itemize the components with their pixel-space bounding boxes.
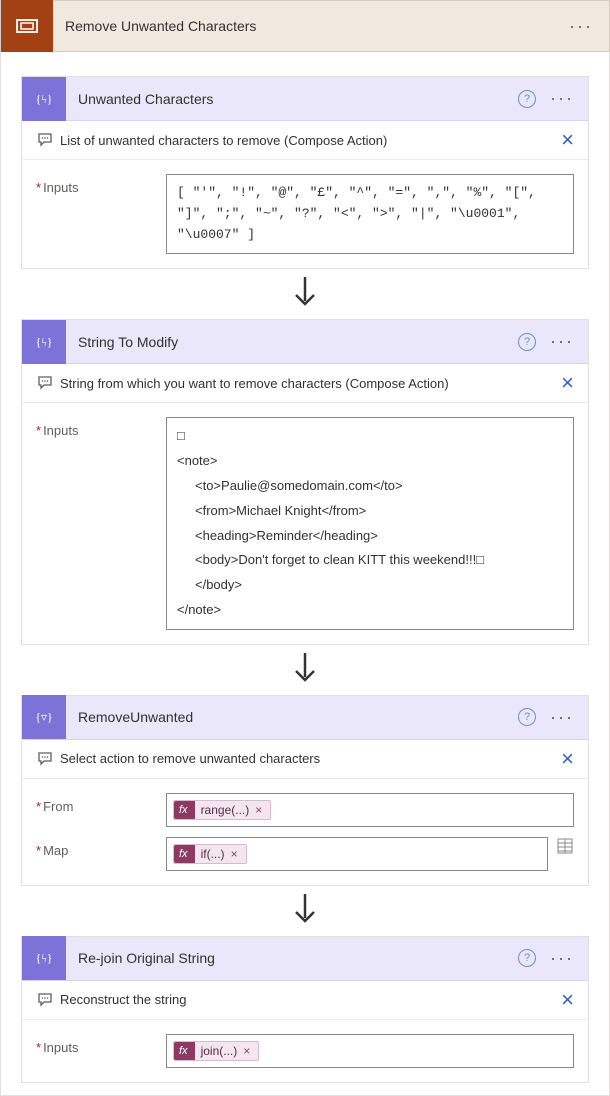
arrow-down-icon bbox=[288, 894, 322, 928]
line: <body>Don't forget to clean KITT this we… bbox=[177, 550, 563, 571]
switch-map-mode-icon[interactable] bbox=[556, 837, 574, 871]
close-icon[interactable]: × bbox=[561, 991, 574, 1009]
remove-token-icon[interactable]: × bbox=[255, 803, 262, 817]
card-rejoin-string: {ϟ} Re-join Original String ? ··· Recons… bbox=[21, 936, 589, 1083]
card-menu-icon[interactable]: ··· bbox=[550, 948, 588, 969]
expression-token[interactable]: fx if(...) × bbox=[173, 844, 247, 864]
card-title: Re-join Original String bbox=[66, 950, 518, 966]
remove-token-icon[interactable]: × bbox=[231, 847, 238, 861]
card-body: Inputs □ <note> <to>Paulie@somedomain.co… bbox=[22, 403, 588, 643]
fx-badge-icon: fx bbox=[174, 845, 195, 863]
line: <heading>Reminder</heading> bbox=[177, 526, 563, 547]
card-unwanted-characters: {ϟ} Unwanted Characters ? ··· List of un… bbox=[21, 76, 589, 269]
description-row: Reconstruct the string × bbox=[22, 981, 588, 1020]
description-row: String from which you want to remove cha… bbox=[22, 364, 588, 403]
line: □ bbox=[177, 426, 563, 447]
svg-text:{ϟ}: {ϟ} bbox=[36, 951, 53, 965]
inputs-label: Inputs bbox=[36, 174, 166, 254]
help-icon[interactable]: ? bbox=[518, 333, 536, 351]
inputs-label: Inputs bbox=[36, 1034, 166, 1068]
line: </note> bbox=[177, 600, 563, 621]
svg-text:{▿}: {▿} bbox=[35, 710, 53, 724]
compose-icon: {ϟ} bbox=[22, 320, 66, 364]
card-header[interactable]: {▿} RemoveUnwanted ? ··· bbox=[22, 696, 588, 740]
connector bbox=[21, 886, 589, 936]
fx-badge-icon: fx bbox=[174, 1042, 195, 1060]
close-icon[interactable]: × bbox=[561, 131, 574, 149]
fx-badge-icon: fx bbox=[174, 801, 195, 819]
card-string-to-modify: {ϟ} String To Modify ? ··· String from w… bbox=[21, 319, 589, 644]
card-menu-icon[interactable]: ··· bbox=[550, 88, 588, 109]
card-menu-icon[interactable]: ··· bbox=[550, 707, 588, 728]
card-header[interactable]: {ϟ} String To Modify ? ··· bbox=[22, 320, 588, 364]
close-icon[interactable]: × bbox=[561, 374, 574, 392]
line: <note> bbox=[177, 451, 563, 472]
description-text: Reconstruct the string bbox=[60, 992, 561, 1007]
compose-icon: {ϟ} bbox=[22, 936, 66, 980]
line: <to>Paulie@somedomain.com</to> bbox=[177, 476, 563, 497]
inputs-label: Inputs bbox=[36, 417, 166, 629]
description-text: String from which you want to remove cha… bbox=[60, 376, 561, 391]
remove-token-icon[interactable]: × bbox=[243, 1044, 250, 1058]
select-icon: {▿} bbox=[22, 695, 66, 739]
arrow-down-icon bbox=[288, 653, 322, 687]
connector bbox=[21, 645, 589, 695]
token-text: if(...) bbox=[201, 847, 225, 861]
card-title: String To Modify bbox=[66, 334, 518, 350]
line: </body> bbox=[177, 575, 563, 596]
map-label: Map bbox=[36, 837, 166, 871]
inputs-field[interactable]: □ <note> <to>Paulie@somedomain.com</to> … bbox=[166, 417, 574, 629]
token-text: join(...) bbox=[201, 1044, 238, 1058]
close-icon[interactable]: × bbox=[561, 750, 574, 768]
arrow-down-icon bbox=[288, 277, 322, 311]
flow-title[interactable]: Remove Unwanted Characters bbox=[53, 18, 553, 34]
svg-text:{ϟ}: {ϟ} bbox=[36, 335, 53, 349]
card-body: Inputs fx join(...) × bbox=[22, 1020, 588, 1082]
svg-text:{ϟ}: {ϟ} bbox=[36, 92, 53, 106]
inputs-field[interactable]: fx join(...) × bbox=[166, 1034, 574, 1068]
connector bbox=[21, 269, 589, 319]
from-field[interactable]: fx range(...) × bbox=[166, 793, 574, 827]
card-title: Unwanted Characters bbox=[66, 91, 518, 107]
token-text: range(...) bbox=[201, 803, 250, 817]
help-icon[interactable]: ? bbox=[518, 708, 536, 726]
card-header[interactable]: {ϟ} Unwanted Characters ? ··· bbox=[22, 77, 588, 121]
comment-icon bbox=[36, 751, 54, 767]
scope-icon bbox=[1, 0, 53, 52]
description-text: Select action to remove unwanted charact… bbox=[60, 751, 561, 766]
card-title: RemoveUnwanted bbox=[66, 709, 518, 725]
description-row: List of unwanted characters to remove (C… bbox=[22, 121, 588, 160]
expression-token[interactable]: fx join(...) × bbox=[173, 1041, 259, 1061]
help-icon[interactable]: ? bbox=[518, 949, 536, 967]
comment-icon bbox=[36, 992, 54, 1008]
flow-content: {ϟ} Unwanted Characters ? ··· List of un… bbox=[0, 52, 610, 1096]
comment-icon bbox=[36, 132, 54, 148]
flow-header: Remove Unwanted Characters ··· bbox=[0, 0, 610, 52]
card-body: From fx range(...) × Map fx if(...) × bbox=[22, 779, 588, 885]
flow-menu-icon[interactable]: ··· bbox=[553, 16, 609, 37]
comment-icon bbox=[36, 375, 54, 391]
card-body: Inputs [ "'", "!", "@", "£", "^", "=", "… bbox=[22, 160, 588, 268]
description-text: List of unwanted characters to remove (C… bbox=[60, 133, 561, 148]
help-icon[interactable]: ? bbox=[518, 90, 536, 108]
map-field[interactable]: fx if(...) × bbox=[166, 837, 548, 871]
compose-icon: {ϟ} bbox=[22, 77, 66, 121]
line: <from>Michael Knight</from> bbox=[177, 501, 563, 522]
inputs-field[interactable]: [ "'", "!", "@", "£", "^", "=", ",", "%"… bbox=[166, 174, 574, 254]
from-label: From bbox=[36, 793, 166, 827]
card-header[interactable]: {ϟ} Re-join Original String ? ··· bbox=[22, 937, 588, 981]
description-row: Select action to remove unwanted charact… bbox=[22, 740, 588, 779]
card-menu-icon[interactable]: ··· bbox=[550, 331, 588, 352]
expression-token[interactable]: fx range(...) × bbox=[173, 800, 271, 820]
card-remove-unwanted: {▿} RemoveUnwanted ? ··· Select action t… bbox=[21, 695, 589, 886]
